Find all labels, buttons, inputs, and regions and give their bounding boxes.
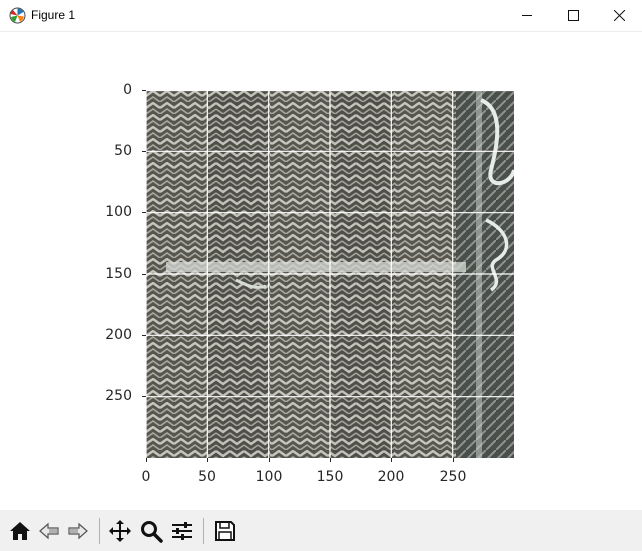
minimize-icon xyxy=(522,15,532,16)
xtick-mark xyxy=(146,458,147,462)
xtick-mark xyxy=(391,458,392,462)
forward-button[interactable] xyxy=(64,516,92,546)
ytick-mark xyxy=(142,274,146,275)
maximize-icon xyxy=(568,10,579,21)
xtick-label: 200 xyxy=(377,469,405,485)
xtick-label: 100 xyxy=(255,469,283,485)
ytick-mark xyxy=(142,212,146,213)
ytick-label: 50 xyxy=(114,143,132,159)
toolbar-separator xyxy=(203,518,204,544)
ytick-mark xyxy=(142,335,146,336)
forward-icon xyxy=(68,522,88,540)
xtick-mark xyxy=(207,458,208,462)
configure-subplots-icon xyxy=(172,522,192,540)
matplotlib-icon xyxy=(9,7,26,24)
window-title: Figure 1 xyxy=(31,8,76,22)
ytick-mark xyxy=(142,90,146,91)
fabric-image xyxy=(146,90,514,458)
ytick-label: 200 xyxy=(105,327,132,343)
home-button[interactable] xyxy=(6,516,34,546)
back-icon xyxy=(39,522,59,540)
xtick-mark xyxy=(330,458,331,462)
ytick-label: 250 xyxy=(105,388,132,404)
xtick-label: 150 xyxy=(316,469,344,485)
image-axes[interactable] xyxy=(146,90,514,458)
zoom-button[interactable] xyxy=(137,516,165,546)
xtick-label: 50 xyxy=(198,469,216,485)
zoom-icon xyxy=(141,521,163,543)
save-button[interactable] xyxy=(211,516,239,546)
maximize-button[interactable] xyxy=(550,0,596,31)
title-bar: Figure 1 xyxy=(0,0,642,32)
configure-subplots-button[interactable] xyxy=(168,516,196,546)
ytick-label: 150 xyxy=(105,266,132,282)
home-icon xyxy=(10,522,30,540)
xtick-mark xyxy=(453,458,454,462)
ytick-mark xyxy=(142,396,146,397)
navigation-toolbar xyxy=(0,510,642,551)
ytick-mark xyxy=(142,151,146,152)
toolbar-separator xyxy=(99,518,100,544)
back-button[interactable] xyxy=(35,516,63,546)
figure-canvas[interactable]: 0 50 100 150 200 250 0 50 100 150 200 25… xyxy=(0,32,642,510)
ytick-label: 0 xyxy=(123,82,132,98)
xtick-mark xyxy=(269,458,270,462)
pan-icon xyxy=(109,520,131,542)
ytick-label: 100 xyxy=(105,204,132,220)
minimize-button[interactable] xyxy=(504,0,550,31)
xtick-label: 0 xyxy=(141,469,151,485)
save-icon xyxy=(215,521,235,541)
close-icon xyxy=(614,10,625,21)
xtick-label: 250 xyxy=(439,469,467,485)
close-button[interactable] xyxy=(596,0,642,31)
pan-button[interactable] xyxy=(106,516,134,546)
